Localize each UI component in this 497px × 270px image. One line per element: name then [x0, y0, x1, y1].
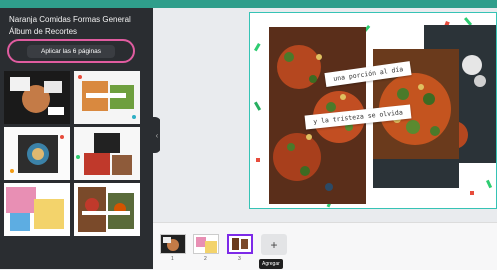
- page-number-1: 1: [171, 256, 174, 262]
- apply-all-pages-button[interactable]: Aplicar las 6 páginas: [7, 39, 135, 63]
- page-thumb-3[interactable]: [227, 234, 253, 254]
- template-thumb-1[interactable]: [4, 71, 70, 124]
- template-title: Naranja Comidas Formas General Álbum de …: [9, 15, 131, 36]
- template-thumb-6[interactable]: [74, 183, 140, 236]
- page-strip: 1 2 3 + Agregar: [153, 222, 497, 270]
- add-page-button[interactable]: +: [261, 234, 287, 255]
- chevron-left-icon: ‹: [155, 130, 159, 140]
- page-number-3: 3: [238, 256, 241, 262]
- plus-icon: +: [270, 237, 278, 252]
- template-panel: Naranja Comidas Formas General Álbum de …: [0, 8, 153, 269]
- design-page[interactable]: una porción al día y la tristeza se olvi…: [249, 12, 497, 209]
- template-thumb-5[interactable]: [4, 183, 70, 236]
- page-thumb-2[interactable]: [193, 234, 219, 254]
- top-toolbar: [0, 0, 497, 8]
- template-thumb-3[interactable]: [4, 127, 70, 180]
- page-number-2: 2: [204, 256, 207, 262]
- template-thumb-4[interactable]: [74, 127, 140, 180]
- page-thumb-1[interactable]: [160, 234, 186, 254]
- template-thumb-2[interactable]: [74, 71, 140, 124]
- add-page-tooltip: Agregar: [259, 259, 283, 269]
